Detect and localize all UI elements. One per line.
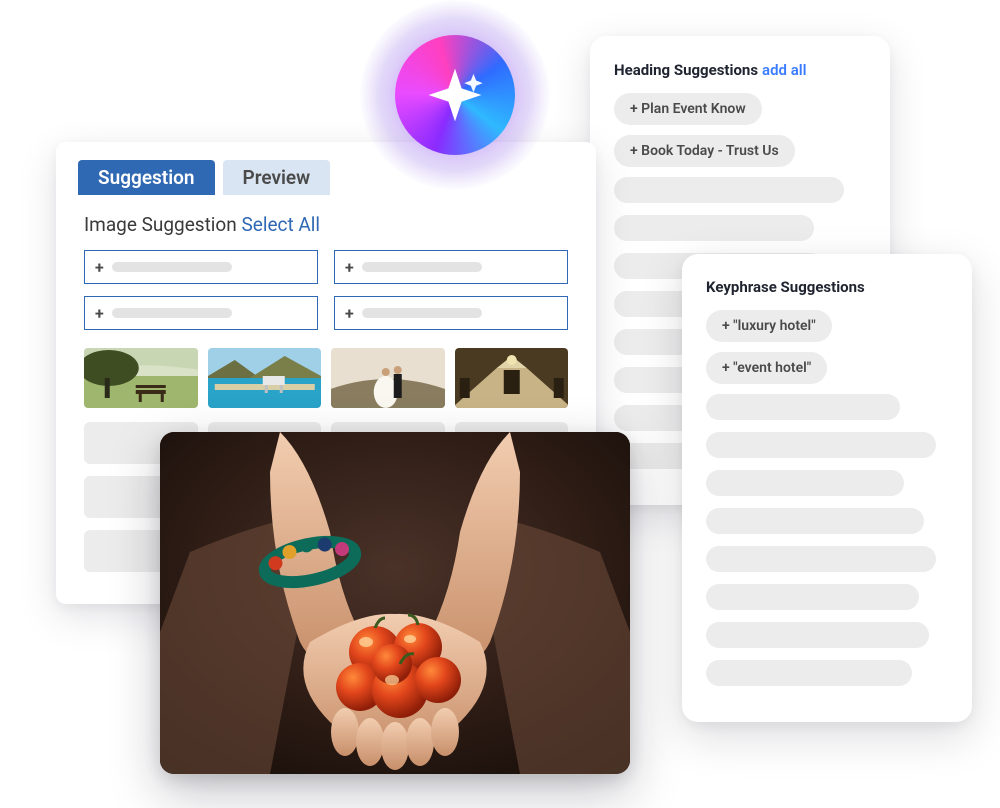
keyphrase-pill[interactable]: + "event hotel" [706, 352, 827, 384]
heading-pill[interactable]: + Plan Event Know [614, 93, 762, 125]
add-all-link[interactable]: add all [762, 61, 807, 79]
heading-suggestions-title: Heading Suggestions [614, 61, 758, 79]
image-thumb-park[interactable] [84, 348, 198, 408]
keyphrase-title: Keyphrase Suggestions [706, 278, 948, 296]
plus-icon: + [345, 304, 354, 323]
sparkle-icon [395, 35, 515, 155]
keyphrase-pill-placeholder [706, 622, 929, 648]
plus-icon: + [95, 258, 104, 277]
heading-suggestions-header: Heading Suggestions add all [614, 60, 870, 79]
chip-bar [112, 262, 232, 272]
heading-pill[interactable]: + Book Today - Trust Us [614, 135, 795, 167]
image-chip-grid: + + + + [56, 250, 596, 348]
chip-bar [362, 308, 482, 318]
select-all-link[interactable]: Select All [241, 213, 320, 236]
image-chip[interactable]: + [84, 250, 318, 284]
keyphrase-pill-placeholder [706, 432, 936, 458]
image-thumb-lobby[interactable] [455, 348, 569, 408]
plus-icon: + [95, 304, 104, 323]
keyphrase-pill-list: + "luxury hotel" + "event hotel" [706, 310, 948, 686]
plus-icon: + [345, 258, 354, 277]
tab-suggestion[interactable]: Suggestion [78, 160, 215, 195]
sparkle-badge [360, 0, 550, 190]
tab-preview[interactable]: Preview [223, 160, 331, 195]
keyphrase-pill-placeholder [706, 584, 919, 610]
chip-bar [362, 262, 482, 272]
image-thumb-row [56, 348, 596, 422]
keyphrase-pill-placeholder [706, 394, 900, 420]
image-suggestion-title: Image Suggestion [84, 213, 237, 236]
heading-pill-placeholder [614, 215, 814, 241]
keyphrase-pill-placeholder [706, 508, 924, 534]
heading-pill-placeholder [614, 177, 844, 203]
image-suggestion-header: Image Suggestion Select All [56, 195, 596, 250]
image-thumb-wedding[interactable] [331, 348, 445, 408]
keyphrase-pill-placeholder [706, 660, 912, 686]
keyphrase-suggestions-card: Keyphrase Suggestions + "luxury hotel" +… [682, 254, 972, 722]
chip-bar [112, 308, 232, 318]
image-thumb-pool[interactable] [208, 348, 322, 408]
keyphrase-pill[interactable]: + "luxury hotel" [706, 310, 832, 342]
keyphrase-pill-placeholder [706, 546, 936, 572]
hero-photo [160, 432, 630, 774]
image-chip[interactable]: + [334, 296, 568, 330]
image-chip[interactable]: + [334, 250, 568, 284]
image-chip[interactable]: + [84, 296, 318, 330]
keyphrase-pill-placeholder [706, 470, 904, 496]
